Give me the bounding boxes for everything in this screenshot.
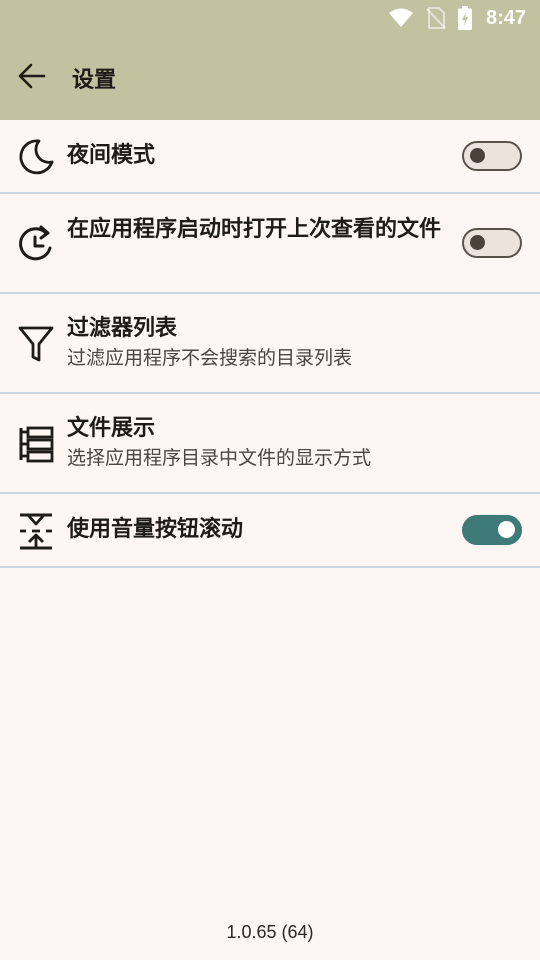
arrow-left-icon	[16, 60, 48, 96]
toggle-knob	[470, 235, 485, 250]
filter-icon	[16, 324, 56, 364]
setting-open-last-file[interactable]: 在应用程序启动时打开上次查看的文件	[0, 194, 540, 294]
setting-title: 夜间模式	[67, 143, 156, 168]
setting-file-display[interactable]: 文件展示 选择应用程序目录中文件的显示方式	[0, 394, 540, 494]
setting-title: 文件展示	[67, 416, 156, 441]
status-bar: 8:47	[0, 0, 540, 36]
setting-title: 过滤器列表	[67, 316, 178, 341]
back-button[interactable]	[0, 36, 64, 120]
settings-list: 夜间模式 在应用程序启动时打开上次查看的文件 过滤器列表 过滤应用程序不会搜索的…	[0, 120, 540, 568]
vertical-scroll-icon	[16, 511, 56, 551]
no-sim-icon	[426, 7, 446, 29]
app-version: 1.0.65 (64)	[226, 922, 314, 942]
setting-filter-list[interactable]: 过滤器列表 过滤应用程序不会搜索的目录列表	[0, 294, 540, 394]
wifi-icon	[388, 8, 414, 28]
file-tree-icon	[16, 424, 56, 464]
setting-night-mode[interactable]: 夜间模式	[0, 120, 540, 194]
setting-subtitle: 过滤应用程序不会搜索的目录列表	[67, 347, 353, 369]
setting-title: 使用音量按钮滚动	[67, 517, 244, 542]
night-mode-toggle[interactable]	[462, 141, 522, 171]
moon-icon	[16, 137, 56, 177]
restore-icon	[16, 224, 56, 264]
volume-scroll-toggle[interactable]	[462, 515, 522, 545]
app-bar: 设置	[0, 36, 540, 120]
toggle-knob	[498, 521, 515, 538]
open-last-file-toggle[interactable]	[462, 228, 522, 258]
battery-charging-icon	[457, 6, 472, 30]
page-title: 设置	[72, 68, 117, 93]
status-time: 8:47	[485, 6, 526, 29]
setting-subtitle: 选择应用程序目录中文件的显示方式	[67, 447, 372, 469]
setting-title: 在应用程序启动时打开上次查看的文件	[67, 217, 442, 242]
setting-volume-scroll[interactable]: 使用音量按钮滚动	[0, 494, 540, 568]
toggle-knob	[470, 148, 485, 163]
